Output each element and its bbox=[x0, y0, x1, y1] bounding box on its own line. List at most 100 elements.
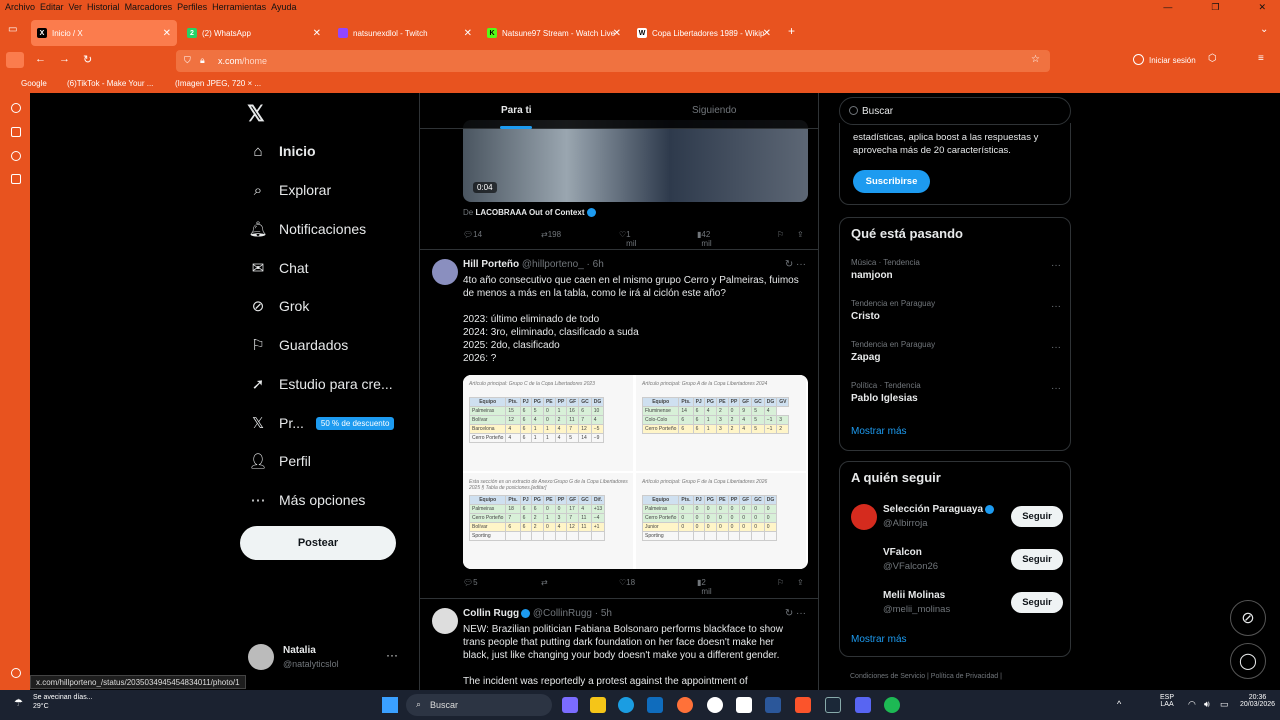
messages-float-icon[interactable]: ◯ bbox=[1230, 643, 1266, 679]
bookmark-icon[interactable]: ⚐ bbox=[777, 578, 784, 587]
close-window-icon[interactable]: ✕ bbox=[1258, 2, 1266, 13]
nav-perfil[interactable]: 👤︎ Perfil bbox=[248, 449, 310, 473]
nav-mas-opciones[interactable]: ⋯ Más opciones bbox=[249, 488, 366, 512]
tab-twitch[interactable]: natsunexdlol - Twitch ✕ bbox=[332, 22, 478, 44]
menu-ver[interactable]: Ver bbox=[69, 2, 83, 12]
avatar[interactable] bbox=[432, 259, 458, 285]
nav-chat[interactable]: ✉ Chat bbox=[249, 256, 309, 280]
more-dots-icon[interactable]: ↻ ··· bbox=[785, 608, 806, 619]
file-explorer-icon[interactable] bbox=[590, 697, 606, 713]
follow-item[interactable]: Selección Paraguaya @Albirroja Seguir bbox=[851, 502, 1063, 538]
nav-explorar[interactable]: ⌕ Explorar bbox=[249, 178, 331, 202]
close-icon[interactable]: ✕ bbox=[613, 28, 621, 39]
close-icon[interactable]: ✕ bbox=[763, 28, 771, 39]
follow-item[interactable]: VFalcon @VFalcon26 Seguir bbox=[851, 545, 1063, 581]
bookmark-star-icon[interactable]: ☆ bbox=[1031, 54, 1040, 65]
like-button[interactable]: ♡ 1 mil bbox=[619, 230, 636, 248]
more-dots-icon[interactable]: ··· bbox=[1051, 301, 1061, 312]
minimize-icon[interactable]: — bbox=[1163, 2, 1172, 13]
follow-item[interactable]: Melii Molinas @melii_molinas Seguir bbox=[851, 588, 1063, 624]
nav-estudio[interactable]: ➚ Estudio para cre... bbox=[249, 372, 393, 396]
shield-icon[interactable]: ⛉ bbox=[184, 55, 191, 66]
retweet-button[interactable]: ⇄ bbox=[541, 578, 548, 587]
menu-marcadores[interactable]: Marcadores bbox=[125, 2, 173, 12]
history-icon[interactable] bbox=[11, 151, 21, 161]
tab-wikipedia[interactable]: W Copa Libertadores 1989 - Wikip ✕ bbox=[631, 22, 777, 44]
more-dots-icon[interactable]: ··· bbox=[1051, 342, 1061, 353]
nav-notificaciones[interactable]: 🔔︎ Notificaciones bbox=[248, 217, 366, 241]
premium-discount-badge[interactable]: 50 % de descuento bbox=[315, 416, 395, 430]
more-dots-icon[interactable]: ··· bbox=[386, 648, 398, 662]
menu-editar[interactable]: Editar bbox=[40, 2, 64, 12]
reply-button[interactable]: 💬︎ 14 bbox=[463, 230, 482, 239]
follow-button[interactable]: Seguir bbox=[1011, 506, 1063, 527]
trend-item[interactable]: Tendencia en Paraguay Cristo ··· bbox=[851, 299, 1061, 327]
menu-historial[interactable]: Historial bbox=[87, 2, 120, 12]
author-name[interactable]: Collin Rugg bbox=[463, 608, 519, 619]
account-switcher[interactable]: Natalia @natalyticslol ··· bbox=[248, 642, 408, 672]
more-dots-icon[interactable]: ··· bbox=[1051, 260, 1061, 271]
trend-item[interactable]: Música · Tendencia namjoon ··· bbox=[851, 258, 1061, 286]
share-icon[interactable]: ⇪ bbox=[797, 230, 804, 239]
nav-inicio[interactable]: ⌂ Inicio bbox=[249, 139, 315, 163]
capcut-icon[interactable] bbox=[736, 697, 752, 713]
word-icon[interactable] bbox=[765, 697, 781, 713]
forward-icon[interactable]: → bbox=[59, 53, 70, 65]
avatar[interactable] bbox=[432, 608, 458, 634]
nav-guardados[interactable]: ⚐ Guardados bbox=[249, 333, 348, 357]
show-more-trends-link[interactable]: Mostrar más bbox=[851, 426, 907, 437]
url-bar[interactable]: ⛉ 🔒︎ x.com/home ☆ bbox=[176, 50, 1050, 72]
post-button[interactable]: Postear bbox=[240, 526, 396, 560]
trend-item[interactable]: Política · Tendencia Pablo Iglesias ··· bbox=[851, 381, 1061, 409]
settings-gear-icon[interactable] bbox=[11, 668, 21, 678]
close-icon[interactable]: ✕ bbox=[313, 28, 321, 39]
tweet-image-grid[interactable]: Artículo principal: Grupo C de la Copa L… bbox=[463, 375, 808, 569]
github-icon[interactable] bbox=[707, 697, 723, 713]
reply-button[interactable]: 💬︎ 5 bbox=[463, 578, 478, 587]
reading-icon[interactable] bbox=[11, 127, 21, 137]
battery-icon[interactable]: ▭ bbox=[1220, 699, 1229, 710]
trend-item[interactable]: Tendencia en Paraguay Zapag ··· bbox=[851, 340, 1061, 368]
bookmark-tiktok[interactable]: (6)TikTok - Make Your ... bbox=[67, 79, 153, 88]
ai-sparkle-icon[interactable] bbox=[11, 103, 21, 113]
close-icon[interactable]: ✕ bbox=[464, 28, 472, 39]
more-dots-icon[interactable]: ↻ ··· bbox=[785, 259, 806, 270]
nav-premium[interactable]: 𝕏 Pr... 50 % de descuento bbox=[249, 411, 395, 435]
sidebar-toggle-icon[interactable] bbox=[6, 52, 24, 68]
maximize-icon[interactable]: ❐ bbox=[1211, 2, 1219, 13]
tab-para-ti[interactable]: Para ti bbox=[501, 105, 532, 116]
tab-inicio-x[interactable]: X Inicio / X ✕ bbox=[31, 20, 177, 46]
signin-label[interactable]: Iniciar sesión bbox=[1149, 56, 1196, 65]
menu-perfiles[interactable]: Perfiles bbox=[177, 2, 207, 12]
grok-float-icon[interactable]: ⊘ bbox=[1230, 600, 1266, 636]
views-button[interactable]: ▮ 42 mil bbox=[697, 230, 712, 248]
taskbar-search[interactable]: ⌕ Buscar bbox=[406, 694, 552, 716]
bookmark-google[interactable]: Google bbox=[21, 79, 47, 88]
like-button[interactable]: ♡ 18 bbox=[619, 578, 635, 587]
bookmarks-star-icon[interactable] bbox=[11, 174, 21, 184]
more-dots-icon[interactable]: ··· bbox=[1051, 383, 1061, 394]
mail-app-icon[interactable] bbox=[647, 697, 663, 713]
author-handle[interactable]: @CollinRugg · 5h bbox=[533, 608, 612, 619]
edge-icon[interactable] bbox=[618, 697, 634, 713]
video-player[interactable]: 0:04 bbox=[463, 120, 808, 202]
tray-chevron-icon[interactable]: ^ bbox=[1117, 699, 1121, 709]
bookmark-icon[interactable]: ⚐ bbox=[777, 230, 784, 239]
new-tab-icon[interactable]: + bbox=[788, 24, 795, 38]
menu-herramientas[interactable]: Herramientas bbox=[212, 2, 266, 12]
follow-button[interactable]: Seguir bbox=[1011, 549, 1063, 570]
menu-ayuda[interactable]: Ayuda bbox=[271, 2, 296, 12]
volume-icon[interactable]: 🔊︎ bbox=[1204, 699, 1210, 710]
menu-hamburger-icon[interactable]: ≡ bbox=[1258, 53, 1264, 64]
start-windows-icon[interactable] bbox=[382, 697, 398, 713]
brave-icon[interactable] bbox=[795, 697, 811, 713]
weather-widget[interactable]: Se avecinan días... 29°C bbox=[33, 694, 93, 710]
discord-icon[interactable] bbox=[855, 697, 871, 713]
tab-kick[interactable]: K Natsune97 Stream - Watch Live ✕ bbox=[481, 22, 627, 44]
x-logo-icon[interactable]: 𝕏 bbox=[247, 101, 265, 127]
tab-siguiendo[interactable]: Siguiendo bbox=[692, 105, 736, 116]
back-icon[interactable]: ← bbox=[35, 53, 46, 65]
nav-grok[interactable]: ⊘ Grok bbox=[249, 294, 310, 318]
wifi-icon[interactable]: ◠ bbox=[1188, 699, 1196, 710]
retweet-button[interactable]: ⇄ 198 bbox=[541, 230, 561, 239]
